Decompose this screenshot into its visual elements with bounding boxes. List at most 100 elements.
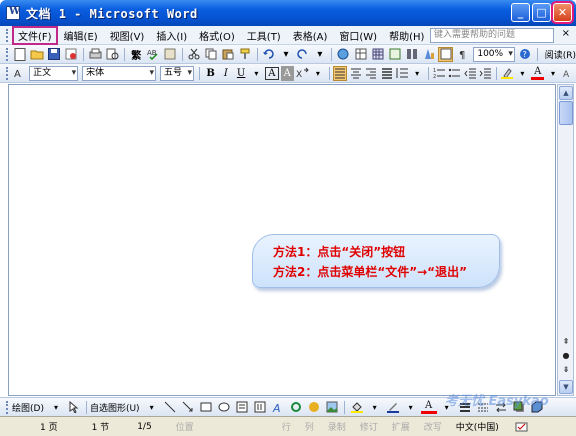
drawing-icon[interactable] xyxy=(421,47,436,62)
tables-borders-icon[interactable] xyxy=(353,47,368,62)
align-justify-icon[interactable] xyxy=(333,65,348,81)
help-icon[interactable]: ? xyxy=(518,47,533,62)
show-hide-icon[interactable]: ¶ xyxy=(455,47,470,62)
print-icon[interactable] xyxy=(88,47,103,62)
maximize-button[interactable]: □ xyxy=(532,3,551,22)
align-right-icon[interactable] xyxy=(365,66,378,81)
open-folder-icon[interactable] xyxy=(30,47,45,62)
print-preview-icon[interactable] xyxy=(105,47,120,62)
bullets-icon[interactable] xyxy=(448,66,461,81)
toolbar-grip[interactable] xyxy=(6,400,9,414)
save-icon[interactable] xyxy=(47,47,62,62)
decrease-indent-icon[interactable] xyxy=(463,66,476,81)
scaling-dropdown-icon[interactable]: ▾ xyxy=(311,66,324,81)
numbering-icon[interactable]: 12 xyxy=(433,66,446,81)
underline-dropdown-icon[interactable]: ▾ xyxy=(250,66,263,81)
diagram-icon[interactable] xyxy=(288,400,304,415)
toolbar-grip[interactable] xyxy=(6,47,9,61)
hyperlink-icon[interactable] xyxy=(336,47,351,62)
oval-icon[interactable] xyxy=(216,400,232,415)
research-icon[interactable] xyxy=(163,47,178,62)
status-extend[interactable]: 扩展 xyxy=(392,420,410,433)
menu-view[interactable]: 视图(V) xyxy=(104,27,151,44)
insert-table-icon[interactable] xyxy=(370,47,385,62)
font-color-dropdown-icon[interactable]: ▾ xyxy=(546,66,559,81)
clip-art-icon[interactable] xyxy=(306,400,322,415)
toolbar-grip[interactable] xyxy=(6,28,9,42)
reading-mode-button[interactable]: 阅读(R) xyxy=(545,48,576,61)
autoshapes-dropdown-icon[interactable]: ▾ xyxy=(144,400,160,415)
word-app-icon[interactable] xyxy=(6,6,20,20)
align-center-icon[interactable] xyxy=(349,66,362,81)
font-color-button[interactable]: A xyxy=(531,66,545,80)
menu-format[interactable]: 格式(O) xyxy=(193,27,241,44)
vertical-text-box-icon[interactable] xyxy=(252,400,268,415)
columns-icon[interactable] xyxy=(404,47,419,62)
undo-dropdown-icon[interactable]: ▾ xyxy=(278,47,293,62)
status-language[interactable]: 中文(中国) xyxy=(456,420,499,433)
menu-edit[interactable]: 编辑(E) xyxy=(58,27,104,44)
previous-page-icon[interactable]: ⇞ xyxy=(560,335,572,347)
zoom-select[interactable]: 100% xyxy=(473,46,515,62)
line-spacing-icon[interactable] xyxy=(395,66,408,81)
font-size-select[interactable]: 五号 xyxy=(160,65,195,81)
picture-icon[interactable] xyxy=(324,400,340,415)
character-shading-button[interactable]: A xyxy=(280,65,294,81)
paste-icon[interactable] xyxy=(221,47,236,62)
wordart-icon[interactable]: A xyxy=(270,400,286,415)
spelling-status-icon[interactable] xyxy=(514,419,530,434)
menu-file[interactable]: 文件(F) xyxy=(12,25,58,45)
document-map-icon[interactable] xyxy=(438,46,454,62)
scroll-down-arrow-icon[interactable]: ▼ xyxy=(559,380,573,394)
increase-indent-icon[interactable] xyxy=(478,66,492,81)
phonetic-guide-icon[interactable]: A xyxy=(562,66,575,81)
insert-excel-icon[interactable] xyxy=(387,47,402,62)
permission-icon[interactable] xyxy=(64,47,79,62)
text-box-icon[interactable] xyxy=(234,400,250,415)
highlight-icon[interactable] xyxy=(501,66,514,81)
help-search-input[interactable]: 键入需要帮助的问题 xyxy=(430,28,554,43)
font-select[interactable]: 宋体 xyxy=(82,65,157,81)
menu-help[interactable]: 帮助(H) xyxy=(383,27,430,44)
line-color-icon[interactable] xyxy=(385,400,401,415)
draw-menu-button[interactable]: 绘图(D) xyxy=(12,401,44,414)
spelling-icon[interactable]: AB xyxy=(146,47,161,62)
redo-icon[interactable] xyxy=(295,47,310,62)
select-browse-object-icon[interactable]: ● xyxy=(560,349,572,361)
copy-icon[interactable] xyxy=(204,47,219,62)
line-color-dropdown-icon[interactable]: ▾ xyxy=(403,400,419,415)
undo-icon[interactable] xyxy=(261,47,276,62)
italic-button[interactable]: I xyxy=(219,66,232,81)
menu-tools[interactable]: 工具(T) xyxy=(241,27,287,44)
select-objects-icon[interactable] xyxy=(66,400,82,415)
status-record[interactable]: 录制 xyxy=(328,420,346,433)
menu-table[interactable]: 表格(A) xyxy=(287,27,334,44)
scroll-thumb[interactable] xyxy=(559,101,573,125)
redo-dropdown-icon[interactable]: ▾ xyxy=(312,47,327,62)
distributed-icon[interactable] xyxy=(380,66,393,81)
traditional-chinese-button[interactable]: 繁 xyxy=(129,47,144,62)
fill-color-icon[interactable] xyxy=(349,400,365,415)
character-scaling-icon[interactable]: X xyxy=(296,66,309,81)
minimize-button[interactable]: _ xyxy=(511,3,530,22)
line-icon[interactable] xyxy=(162,400,178,415)
draw-dropdown-icon[interactable]: ▾ xyxy=(48,400,64,415)
close-document-button[interactable]: × xyxy=(562,28,570,39)
styles-formatting-icon[interactable]: A xyxy=(13,66,26,81)
menu-window[interactable]: 窗口(W) xyxy=(333,27,383,44)
close-button[interactable]: ✕ xyxy=(551,1,574,24)
next-page-icon[interactable]: ⇟ xyxy=(560,363,572,375)
autoshapes-menu-button[interactable]: 自选图形(U) xyxy=(90,401,140,414)
scroll-up-arrow-icon[interactable]: ▲ xyxy=(559,86,573,100)
arrow-icon[interactable] xyxy=(180,400,196,415)
vertical-scrollbar[interactable]: ▲ ⇞ ● ⇟ ▼ xyxy=(557,84,574,396)
underline-button[interactable]: U xyxy=(234,66,247,81)
bold-button[interactable]: B xyxy=(204,66,217,81)
status-overtype[interactable]: 改写 xyxy=(424,420,442,433)
style-select[interactable]: 正文 xyxy=(29,65,79,81)
format-painter-icon[interactable] xyxy=(238,47,253,62)
cut-icon[interactable] xyxy=(187,47,202,62)
line-spacing-dropdown-icon[interactable]: ▾ xyxy=(410,66,423,81)
menu-insert[interactable]: 插入(I) xyxy=(150,27,193,44)
drawing-font-color-button[interactable]: A xyxy=(420,400,437,414)
